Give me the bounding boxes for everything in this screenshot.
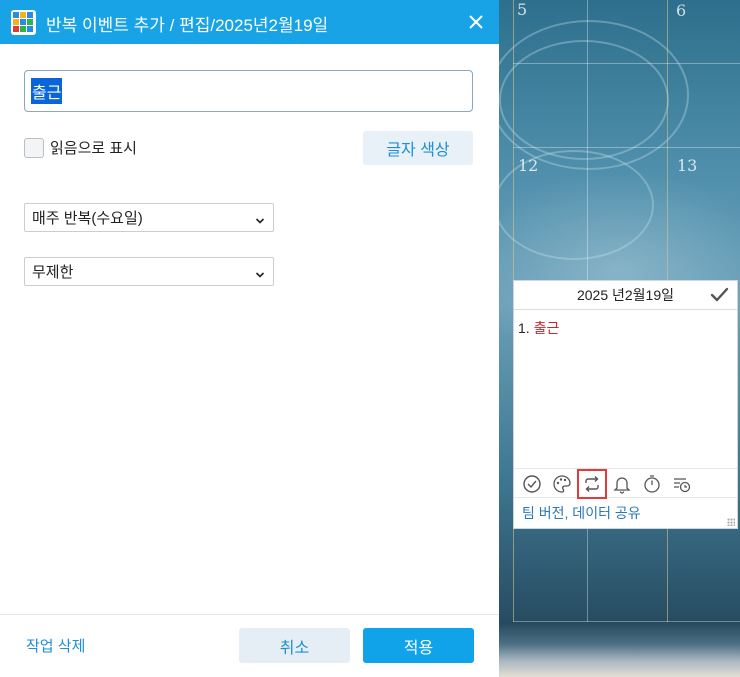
dialog-title: 반복 이벤트 추가 / 편집/2025년2월19일 <box>46 16 329 35</box>
list-item[interactable]: 1. 출근 <box>518 318 733 338</box>
team-share-link[interactable]: 팀 버전, 데이터 공유 <box>522 503 641 523</box>
repeat-event-dialog: 반복 이벤트 추가 / 편집/2025년2월19일 출근 읽음으로 표시 글자 … <box>0 0 499 677</box>
delete-task-link[interactable]: 작업 삭제 <box>26 635 85 656</box>
show-as-read-checkbox[interactable] <box>24 137 44 158</box>
event-title-value: 출근 <box>31 78 63 104</box>
timer-icon[interactable] <box>640 472 664 496</box>
palette-icon[interactable] <box>550 472 574 496</box>
chevron-down-icon <box>255 213 265 224</box>
text-color-button[interactable]: 글자 색상 <box>363 131 473 165</box>
repeat-frequency-select[interactable]: 매주 반복(수요일) <box>24 203 274 232</box>
event-toolbar <box>514 468 737 499</box>
resize-grip[interactable] <box>727 518 735 526</box>
calendar-grid-line <box>513 63 740 64</box>
event-number: 1. <box>518 320 530 336</box>
list-clock-icon[interactable] <box>670 472 694 496</box>
wallpaper-bottom <box>499 622 740 677</box>
calendar-grid-line <box>513 621 740 622</box>
close-icon[interactable] <box>463 9 489 35</box>
repeat-end-value: 무제한 <box>32 264 74 281</box>
calendar-date[interactable]: 5 <box>517 0 527 19</box>
complete-icon[interactable] <box>520 472 544 496</box>
day-detail-panel: 2025 년2월19일 1. 출근 팀 버전, 데이터 공유 <box>513 280 738 529</box>
dialog-footer: 작업 삭제 취소 적용 <box>0 614 499 677</box>
cancel-button[interactable]: 취소 <box>239 628 350 663</box>
wallpaper-stair-curve <box>499 40 669 160</box>
repeat-end-select[interactable]: 무제한 <box>24 257 274 286</box>
repeat-frequency-value: 매주 반복(수요일) <box>32 210 143 227</box>
dialog-titlebar[interactable]: 반복 이벤트 추가 / 편집/2025년2월19일 <box>0 0 499 44</box>
day-detail-header: 2025 년2월19일 <box>514 281 737 310</box>
event-text: 출근 <box>533 320 560 336</box>
show-as-read-label: 읽음으로 표시 <box>50 140 137 157</box>
bell-icon[interactable] <box>610 472 634 496</box>
event-list: 1. 출근 <box>514 310 737 346</box>
repeat-icon[interactable] <box>577 469 607 499</box>
check-icon[interactable] <box>709 285 729 305</box>
show-as-read-option[interactable]: 읽음으로 표시 <box>24 137 137 158</box>
day-detail-date: 2025 년2월19일 <box>576 287 675 303</box>
calendar-date[interactable]: 12 <box>518 156 538 175</box>
calendar-date[interactable]: 13 <box>677 156 697 175</box>
app-logo-icon <box>11 10 36 35</box>
event-title-input[interactable]: 출근 <box>24 70 473 112</box>
calendar-date[interactable]: 6 <box>676 1 686 20</box>
chevron-down-icon <box>255 267 265 278</box>
apply-button[interactable]: 적용 <box>363 628 474 663</box>
calendar-grid-line <box>513 147 740 148</box>
